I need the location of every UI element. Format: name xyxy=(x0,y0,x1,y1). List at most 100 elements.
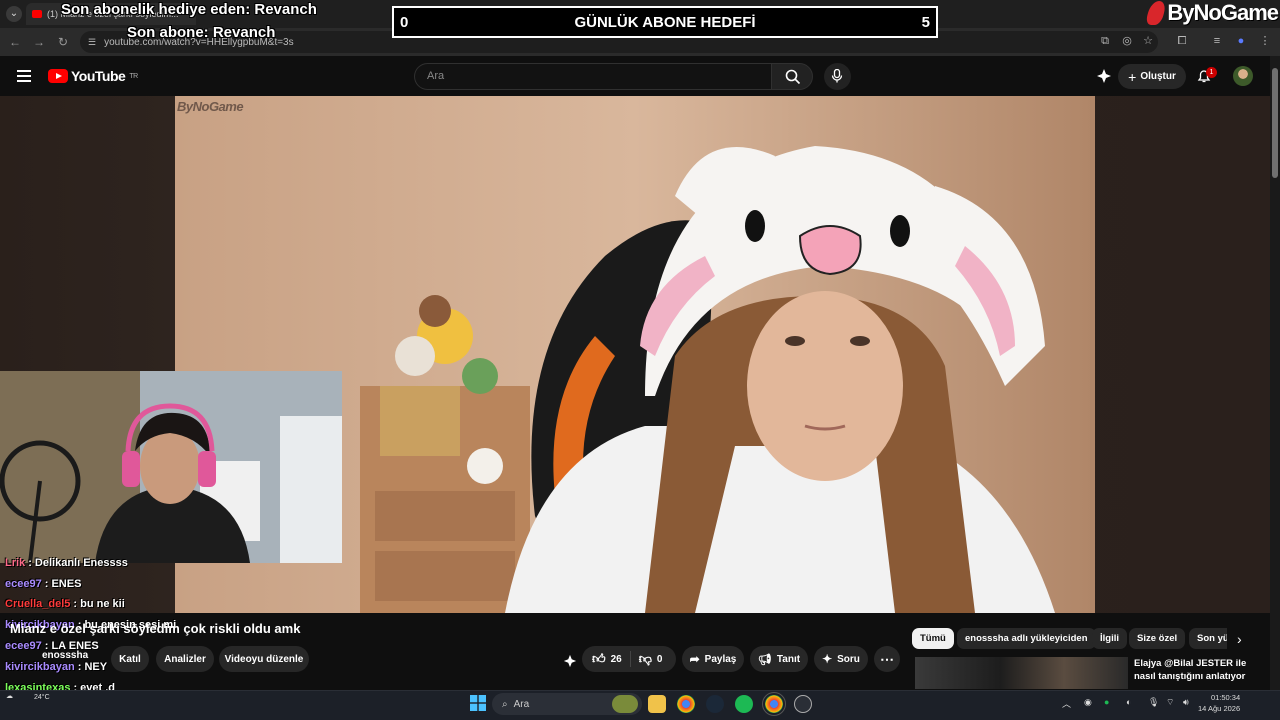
chip-for-you[interactable]: Size özel xyxy=(1129,628,1186,649)
steam-icon[interactable] xyxy=(706,695,724,713)
chrome-icon[interactable] xyxy=(677,695,695,713)
profile-icon[interactable]: ● xyxy=(1234,34,1248,48)
notification-badge: 1 xyxy=(1206,67,1217,78)
dislike-button[interactable]: 👎︎ 0 xyxy=(631,651,663,667)
edit-video-button[interactable]: Videoyu düzenle xyxy=(219,646,309,672)
recommendation-thumbnail[interactable] xyxy=(915,657,1128,689)
brand-flame-icon xyxy=(1145,1,1168,25)
join-button[interactable]: Katıl xyxy=(111,646,149,672)
video-title-overlay: Mianz e özel şarkı söyledim çok riskli o… xyxy=(10,621,301,636)
chat-message: kivircikbayan: NEY xyxy=(5,661,107,673)
page-scrollbar[interactable] xyxy=(1270,56,1280,690)
ask-button[interactable]: ✦ Soru xyxy=(814,646,868,672)
promote-button[interactable]: 📢︎ Tanıt xyxy=(750,646,808,672)
weather-temp: 24°C xyxy=(34,694,50,701)
recommendation-title[interactable]: Elajya @Bilal JESTER ile nasıl tanıştığı… xyxy=(1134,657,1264,683)
chip-from-uploader[interactable]: enosssha adlı yükleyiciden xyxy=(957,628,1096,649)
voice-search-button[interactable] xyxy=(824,63,851,90)
chat-message: ecee97: ENES xyxy=(5,578,81,590)
eye-off-icon[interactable]: ◎ xyxy=(1120,34,1134,48)
gift-sub-overlay: Son abonelik hediye eden: Revanch xyxy=(61,1,317,18)
spotify-tray-icon[interactable]: ● xyxy=(1104,697,1109,707)
share-button[interactable]: ➦ Paylaş xyxy=(682,646,744,672)
sparkle-icon[interactable] xyxy=(1096,68,1112,84)
megaphone-icon: 📢︎ xyxy=(757,653,772,666)
like-count: 26 xyxy=(610,653,622,665)
tray-chevron-icon[interactable]: ︿ xyxy=(1062,697,1071,710)
clock-date: 14 Ağu 2026 xyxy=(1198,704,1241,713)
menu-icon[interactable]: ⋮ xyxy=(1258,34,1272,48)
share-icon: ➦ xyxy=(689,652,700,666)
share-label: Paylaş xyxy=(704,653,737,665)
chat-username: Lrik xyxy=(5,557,26,569)
site-info-icon[interactable]: ☰ xyxy=(88,37,96,48)
tab-search-icon[interactable]: ⌄ xyxy=(6,6,22,22)
youtube-logo[interactable]: YouTube TR xyxy=(48,68,138,84)
bookmark-star-icon[interactable]: ☆ xyxy=(1141,34,1155,48)
chip-all[interactable]: Tümü xyxy=(912,628,954,649)
sub-goal-box: 0 GÜNLÜK ABONE HEDEFİ 5 xyxy=(392,6,938,38)
ai-sparkle-icon[interactable] xyxy=(563,654,577,668)
youtube-play-icon xyxy=(48,69,68,83)
chrome-active-icon[interactable] xyxy=(762,692,786,716)
back-icon[interactable]: ← xyxy=(6,33,24,51)
analytics-button[interactable]: Analizler xyxy=(156,646,214,672)
reload-icon[interactable]: ↻ xyxy=(54,33,72,51)
chat-separator: : xyxy=(28,557,35,569)
steam-tray-icon[interactable]: ◐ xyxy=(1126,697,1131,707)
streamer-webcam xyxy=(0,371,342,563)
weather-widget[interactable]: ☁ xyxy=(6,692,13,700)
brand-text: ByNoGame xyxy=(1167,0,1279,25)
obs-icon[interactable] xyxy=(794,695,812,713)
goal-target: 5 xyxy=(921,13,930,31)
last-sub-overlay: Son abone: Revanch xyxy=(127,24,276,41)
search-button[interactable] xyxy=(771,63,813,90)
system-clock[interactable]: 01:50:34 14 Ağu 2026 xyxy=(1198,692,1240,714)
weather-icon: ☁ xyxy=(6,693,13,700)
chat-text: LA ENES xyxy=(51,640,99,652)
create-button[interactable]: + Oluştur xyxy=(1118,64,1186,89)
discord-tray-icon[interactable]: ◉ xyxy=(1084,697,1092,708)
account-avatar[interactable] xyxy=(1233,66,1253,86)
more-actions-button[interactable]: ⋯ xyxy=(874,646,900,672)
chip-related[interactable]: İlgili xyxy=(1092,628,1127,649)
spotify-icon[interactable] xyxy=(735,695,753,713)
chip-recent[interactable]: Son yü xyxy=(1189,628,1227,649)
install-app-icon[interactable]: ⧉ xyxy=(1098,34,1112,48)
more-dots-icon: ⋯ xyxy=(880,650,894,667)
youtube-favicon-icon xyxy=(32,10,42,18)
promote-label: Tanıt xyxy=(776,653,801,665)
chat-message: Cruella_del5: bu ne kii xyxy=(5,598,125,610)
start-windows-icon[interactable] xyxy=(470,695,486,711)
create-label: Oluştur xyxy=(1140,71,1176,82)
chevron-right-icon[interactable]: › xyxy=(1237,631,1242,647)
chat-username: Cruella_del5 xyxy=(5,598,71,610)
goal-current: 0 xyxy=(400,13,409,31)
dislike-count: 0 xyxy=(656,653,663,665)
hamburger-menu-icon[interactable] xyxy=(17,70,31,85)
chat-message: Lrik: Delikanlı Enessss xyxy=(5,557,128,569)
chat-text: ENES xyxy=(51,578,82,590)
media-icon[interactable]: ≡ xyxy=(1210,34,1224,48)
chat-text: Delikanlı Enessss xyxy=(34,557,128,569)
ask-label: Soru xyxy=(837,653,860,665)
chat-username: ecee97 xyxy=(5,578,42,590)
search-highlight-icon[interactable] xyxy=(612,695,638,713)
volume-icon[interactable]: 🔊︎ xyxy=(1183,697,1189,708)
chat-username: kivircikbayan xyxy=(5,661,75,673)
chat-username: ecee97 xyxy=(5,640,42,652)
chat-text: NEY xyxy=(84,661,108,673)
forward-icon[interactable]: → xyxy=(30,33,48,51)
search-input[interactable]: Ara xyxy=(414,63,772,90)
goal-title: GÜNLÜK ABONE HEDEFİ xyxy=(574,13,756,31)
like-button[interactable]: 👍︎ 26 xyxy=(592,651,631,667)
mic-tray-icon[interactable]: 🎙︎ xyxy=(1148,697,1159,708)
region-code: TR xyxy=(129,72,138,80)
like-dislike-group: 👍︎ 26 👎︎ 0 xyxy=(582,646,676,672)
brand-logo: ByNoGame xyxy=(1145,0,1279,26)
chat-message: ecee97: LA ENES xyxy=(5,640,99,652)
channel-watermark: ByNoGame xyxy=(177,99,244,114)
wifi-icon[interactable]: ⌔ xyxy=(1166,697,1174,708)
file-explorer-icon[interactable] xyxy=(648,695,666,713)
extensions-icon[interactable]: ⧠ xyxy=(1175,34,1189,48)
